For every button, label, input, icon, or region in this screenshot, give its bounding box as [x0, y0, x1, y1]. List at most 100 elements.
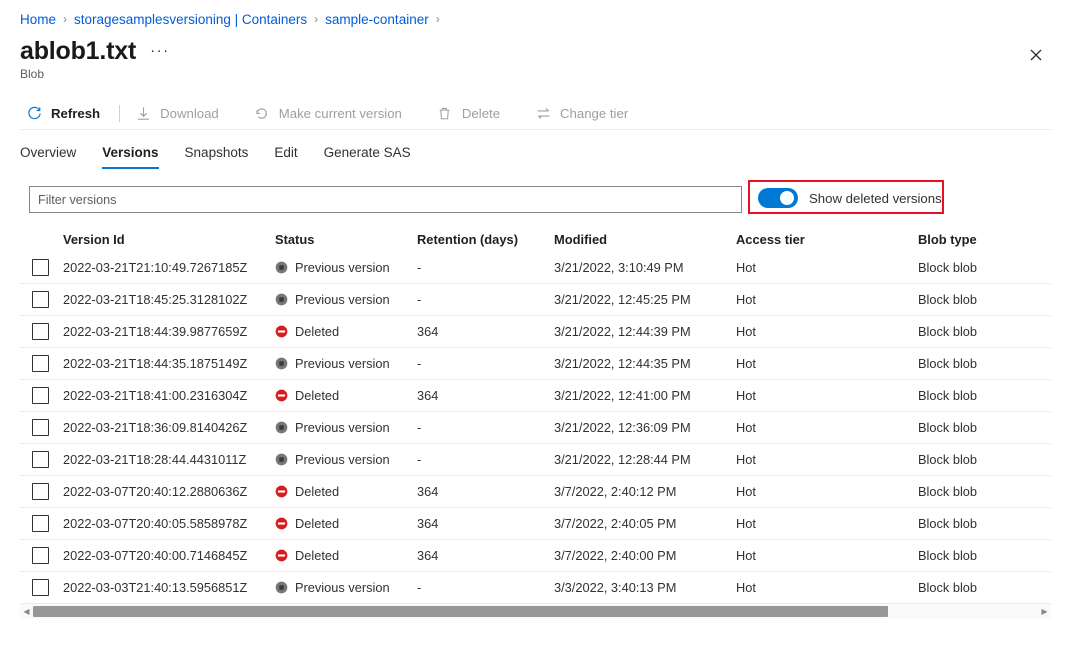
cell-retention: -	[417, 420, 554, 435]
cell-status: Deleted	[275, 484, 417, 499]
row-checkbox[interactable]	[32, 547, 49, 564]
row-checkbox-cell	[20, 291, 63, 308]
horizontal-scrollbar[interactable]: ◀ ▶	[20, 604, 1051, 619]
row-checkbox-cell	[20, 419, 63, 436]
cell-version-id[interactable]: 2022-03-21T18:28:44.4431011Z	[63, 452, 275, 467]
deleted-status-icon	[275, 325, 295, 338]
toggle-track[interactable]	[758, 188, 798, 208]
table-row[interactable]: 2022-03-21T18:45:25.3128102ZPrevious ver…	[20, 284, 1051, 316]
cell-blob-type: Block blob	[918, 292, 1048, 307]
row-checkbox[interactable]	[32, 515, 49, 532]
tab-overview[interactable]: Overview	[20, 143, 76, 169]
table-row[interactable]: 2022-03-07T20:40:12.2880636ZDeleted3643/…	[20, 476, 1051, 508]
row-checkbox[interactable]	[32, 419, 49, 436]
previous-version-status-icon	[275, 293, 295, 306]
row-checkbox[interactable]	[32, 291, 49, 308]
cell-blob-type: Block blob	[918, 324, 1048, 339]
cell-access-tier: Hot	[736, 356, 918, 371]
deleted-status-icon	[275, 517, 295, 530]
versions-table: Version IdStatusRetention (days)Modified…	[20, 226, 1051, 604]
cell-modified: 3/7/2022, 2:40:05 PM	[554, 516, 736, 531]
cell-modified: 3/7/2022, 2:40:12 PM	[554, 484, 736, 499]
column-header-access-tier[interactable]: Access tier	[736, 232, 918, 247]
column-header-retention-days[interactable]: Retention (days)	[417, 232, 554, 247]
cell-blob-type: Block blob	[918, 356, 1048, 371]
scroll-right-arrow-icon[interactable]: ▶	[1038, 604, 1051, 619]
cell-access-tier: Hot	[736, 388, 918, 403]
cell-retention: -	[417, 356, 554, 371]
table-row[interactable]: 2022-03-03T21:40:13.5956851Z Previous ver…	[20, 572, 1051, 604]
toggle-label: Show deleted versions	[809, 191, 942, 206]
command-separator	[119, 105, 120, 122]
table-row[interactable]: 2022-03-07T20:40:00.7146845ZDeleted3643/…	[20, 540, 1051, 572]
scrollbar-thumb[interactable]	[33, 606, 888, 617]
column-header-modified[interactable]: Modified	[554, 232, 736, 247]
show-deleted-versions-toggle[interactable]: Show deleted versions	[758, 188, 942, 208]
table-row[interactable]: 2022-03-21T18:28:44.4431011ZPrevious ver…	[20, 444, 1051, 476]
filter-versions-input[interactable]	[29, 186, 742, 213]
cell-version-id[interactable]: 2022-03-03T21:40:13.5956851Z	[63, 580, 275, 595]
breadcrumb-item-2[interactable]: sample-container	[325, 12, 429, 27]
table-row[interactable]: 2022-03-21T21:10:49.7267185ZPrevious ver…	[20, 252, 1051, 284]
cell-version-id[interactable]: 2022-03-21T18:41:00.2316304Z	[63, 388, 275, 403]
table-row[interactable]: 2022-03-21T18:44:39.9877659ZDeleted3643/…	[20, 316, 1051, 348]
cell-blob-type: Block blob	[918, 580, 1048, 595]
column-header-blob-type[interactable]: Blob type	[918, 232, 1048, 247]
cell-modified: 3/3/2022, 3:40:13 PM	[554, 580, 736, 595]
cell-blob-type: Block blob	[918, 452, 1048, 467]
row-checkbox[interactable]	[32, 451, 49, 468]
tab-versions[interactable]: Versions	[102, 143, 158, 169]
row-checkbox[interactable]	[32, 579, 49, 596]
row-checkbox[interactable]	[32, 387, 49, 404]
status-label: Deleted	[295, 516, 339, 531]
toggle-knob	[780, 191, 794, 205]
cell-version-id[interactable]: 2022-03-07T20:40:12.2880636Z	[63, 484, 275, 499]
refresh-button[interactable]: Refresh	[20, 97, 110, 129]
command-label: Change tier	[560, 106, 628, 121]
table-row[interactable]: 2022-03-07T20:40:05.5858978ZDeleted3643/…	[20, 508, 1051, 540]
row-checkbox[interactable]	[32, 483, 49, 500]
cell-version-id[interactable]: 2022-03-07T20:40:05.5858978Z	[63, 516, 275, 531]
change-tier-button: Change tier	[529, 97, 638, 129]
cell-version-id[interactable]: 2022-03-07T20:40:00.7146845Z	[63, 548, 275, 563]
cell-version-id[interactable]: 2022-03-21T18:44:35.1875149Z	[63, 356, 275, 371]
cell-version-id[interactable]: 2022-03-21T18:44:39.9877659Z	[63, 324, 275, 339]
tab-snapshots[interactable]: Snapshots	[185, 143, 249, 169]
column-header-version-id[interactable]: Version Id	[63, 232, 275, 247]
scrollbar-track[interactable]	[33, 604, 1038, 619]
cell-blob-type: Block blob	[918, 420, 1048, 435]
cell-retention: -	[417, 260, 554, 275]
cell-access-tier: Hot	[736, 580, 918, 595]
cell-retention: 364	[417, 548, 554, 563]
cell-status: Deleted	[275, 548, 417, 563]
cell-blob-type: Block blob	[918, 516, 1048, 531]
table-row[interactable]: 2022-03-21T18:36:09.8140426ZPrevious ver…	[20, 412, 1051, 444]
tab-edit[interactable]: Edit	[274, 143, 297, 169]
cell-version-id[interactable]: 2022-03-21T18:45:25.3128102Z	[63, 292, 275, 307]
cell-version-id[interactable]: 2022-03-21T21:10:49.7267185Z	[63, 260, 275, 275]
column-header-status[interactable]: Status	[275, 232, 417, 247]
cell-status: Previous version	[275, 356, 417, 371]
more-options-button[interactable]: ···	[150, 44, 170, 58]
breadcrumb-item-0[interactable]: Home	[20, 12, 56, 27]
table-row[interactable]: 2022-03-21T18:41:00.2316304ZDeleted3643/…	[20, 380, 1051, 412]
row-checkbox[interactable]	[32, 323, 49, 340]
row-checkbox[interactable]	[32, 355, 49, 372]
table-header-row: Version IdStatusRetention (days)Modified…	[20, 226, 1051, 252]
cell-retention: 364	[417, 484, 554, 499]
cell-version-id[interactable]: 2022-03-21T18:36:09.8140426Z	[63, 420, 275, 435]
close-icon[interactable]	[1023, 42, 1049, 68]
scroll-left-arrow-icon[interactable]: ◀	[20, 604, 33, 619]
command-label: Refresh	[51, 106, 100, 121]
breadcrumb-separator-icon: ›	[314, 12, 318, 26]
table-row[interactable]: 2022-03-21T18:44:35.1875149ZPrevious ver…	[20, 348, 1051, 380]
command-label: Delete	[462, 106, 500, 121]
row-checkbox-cell	[20, 355, 63, 372]
breadcrumb-item-1[interactable]: storagesamplesversioning | Containers	[74, 12, 307, 27]
command-label: Make current version	[279, 106, 402, 121]
tab-generate-sas[interactable]: Generate SAS	[324, 143, 411, 169]
status-label: Previous version	[295, 580, 390, 595]
cell-status: Previous version	[275, 580, 417, 595]
row-checkbox-cell	[20, 387, 63, 404]
row-checkbox[interactable]	[32, 259, 49, 276]
